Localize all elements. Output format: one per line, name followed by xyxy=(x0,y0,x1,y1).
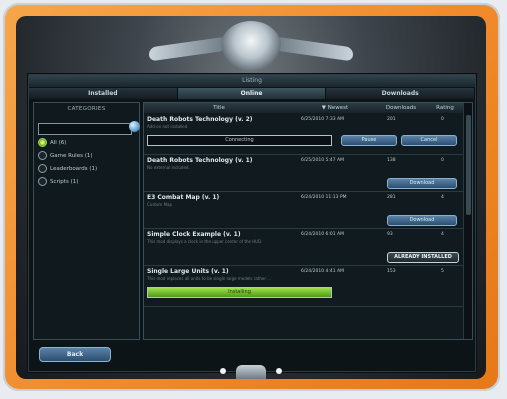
column-header-title[interactable]: Title xyxy=(144,103,294,113)
indicator-dot-icon xyxy=(276,368,282,374)
table-scrollbar[interactable] xyxy=(463,103,472,339)
scrollbar-thumb[interactable] xyxy=(466,115,471,215)
radio-selected-icon[interactable] xyxy=(38,138,47,147)
mod-date: 6/24/2010 11:13 PM xyxy=(301,195,347,200)
mod-browser-dialog: Listing Installed Online Downloads CATEG… xyxy=(28,74,476,372)
radio-icon[interactable] xyxy=(38,164,47,173)
mod-rating: 4 xyxy=(441,232,444,237)
install-progress-bar: Installing xyxy=(147,287,332,298)
categories-panel: CATEGORIES All (6) Game Rules (1) Leader… xyxy=(33,102,140,340)
categories-heading: CATEGORIES xyxy=(67,106,106,112)
already-installed-button[interactable]: ALREADY INSTALLED xyxy=(387,252,459,263)
download-progress-bar: Connecting xyxy=(147,135,332,146)
emblem-icon xyxy=(221,21,281,71)
download-button[interactable]: Download xyxy=(387,178,457,189)
dialog-title: Listing xyxy=(29,75,475,87)
mod-downloads: 138 xyxy=(387,158,396,163)
mod-rating: 5 xyxy=(441,269,444,274)
column-header-downloads[interactable]: Downloads xyxy=(376,103,426,113)
mod-title: Single Large Units (v. 1) xyxy=(147,268,229,275)
tab-downloads[interactable]: Downloads xyxy=(326,88,476,99)
emblem-wing-right xyxy=(275,36,353,62)
mod-description: Custom Map xyxy=(147,202,173,207)
mod-date: 6/24/2010 4:41 AM xyxy=(301,269,345,274)
mod-rating: 0 xyxy=(441,158,444,163)
table-header: Title ▼ Newest Downloads Rating xyxy=(144,103,464,113)
category-label: Leaderboards (1) xyxy=(50,165,98,172)
table-row[interactable]: Death Robots Technology (v. 2) Add-on no… xyxy=(144,114,464,155)
mod-downloads: 201 xyxy=(387,117,396,122)
category-item-scripts[interactable]: Scripts (1) xyxy=(38,176,97,187)
mod-rating: 4 xyxy=(441,195,444,200)
mod-date: 6/24/2010 6:01 AM xyxy=(301,232,345,237)
progress-label: Connecting xyxy=(225,137,254,143)
table-row[interactable]: Single Large Units (v. 1) This mod repla… xyxy=(144,266,464,307)
category-label: Game Rules (1) xyxy=(50,152,93,159)
pause-button[interactable]: Pause xyxy=(341,135,397,146)
category-label: Scripts (1) xyxy=(50,178,79,185)
mod-rating: 0 xyxy=(441,117,444,122)
category-label: All (6) xyxy=(50,139,67,146)
table-rows: Death Robots Technology (v. 2) Add-on no… xyxy=(144,114,464,307)
mod-date: 6/25/2010 7:33 AM xyxy=(301,117,345,122)
back-button[interactable]: Back xyxy=(39,347,111,362)
table-row[interactable]: Death Robots Technology (v. 1) No extern… xyxy=(144,155,464,192)
bottom-emblem xyxy=(198,365,304,379)
radio-icon[interactable] xyxy=(38,177,47,186)
download-button[interactable]: Download xyxy=(387,215,457,226)
table-row[interactable]: Simple Clock Example (v. 1) This mod dis… xyxy=(144,229,464,266)
column-header-newest[interactable]: ▼ Newest xyxy=(294,103,376,113)
mod-title: Simple Clock Example (v. 1) xyxy=(147,231,241,238)
indicator-dot-icon xyxy=(220,368,226,374)
column-header-rating[interactable]: Rating xyxy=(426,103,464,113)
mod-downloads: 93 xyxy=(387,232,393,237)
category-list: All (6) Game Rules (1) Leaderboards (1) … xyxy=(38,137,97,189)
tab-bar: Installed Online Downloads xyxy=(29,88,476,99)
category-item-leaderboards[interactable]: Leaderboards (1) xyxy=(38,163,97,174)
mod-title: Death Robots Technology (v. 2) xyxy=(147,116,253,123)
table-row[interactable]: E3 Combat Map (v. 1) Custom Map 6/24/201… xyxy=(144,192,464,229)
game-screen: Listing Installed Online Downloads CATEG… xyxy=(16,16,486,379)
search-input[interactable] xyxy=(38,123,132,135)
mod-table: Title ▼ Newest Downloads Rating Death Ro… xyxy=(143,102,473,340)
mod-downloads: 153 xyxy=(387,269,396,274)
tab-installed[interactable]: Installed xyxy=(29,88,178,99)
radio-icon[interactable] xyxy=(38,151,47,160)
mod-title: E3 Combat Map (v. 1) xyxy=(147,194,220,201)
tab-online[interactable]: Online xyxy=(177,88,327,99)
category-item-game-rules[interactable]: Game Rules (1) xyxy=(38,150,97,161)
mod-description: No external included. xyxy=(147,165,190,170)
mod-date: 6/25/2010 5:47 AM xyxy=(301,158,345,163)
cancel-button[interactable]: Cancel xyxy=(401,135,457,146)
progress-label: Installing xyxy=(228,289,251,295)
emblem-wing-left xyxy=(149,36,227,62)
category-item-all[interactable]: All (6) xyxy=(38,137,97,148)
footer-emblem-icon xyxy=(236,365,266,379)
mod-description: This mod displays a clock in the upper c… xyxy=(147,239,263,244)
mod-title: Death Robots Technology (v. 1) xyxy=(147,157,253,164)
mod-description: Add-on not installed. xyxy=(147,124,189,129)
mod-downloads: 281 xyxy=(387,195,396,200)
mod-description: This mod replaces all units to be single… xyxy=(147,276,272,281)
search-button[interactable] xyxy=(129,121,140,132)
